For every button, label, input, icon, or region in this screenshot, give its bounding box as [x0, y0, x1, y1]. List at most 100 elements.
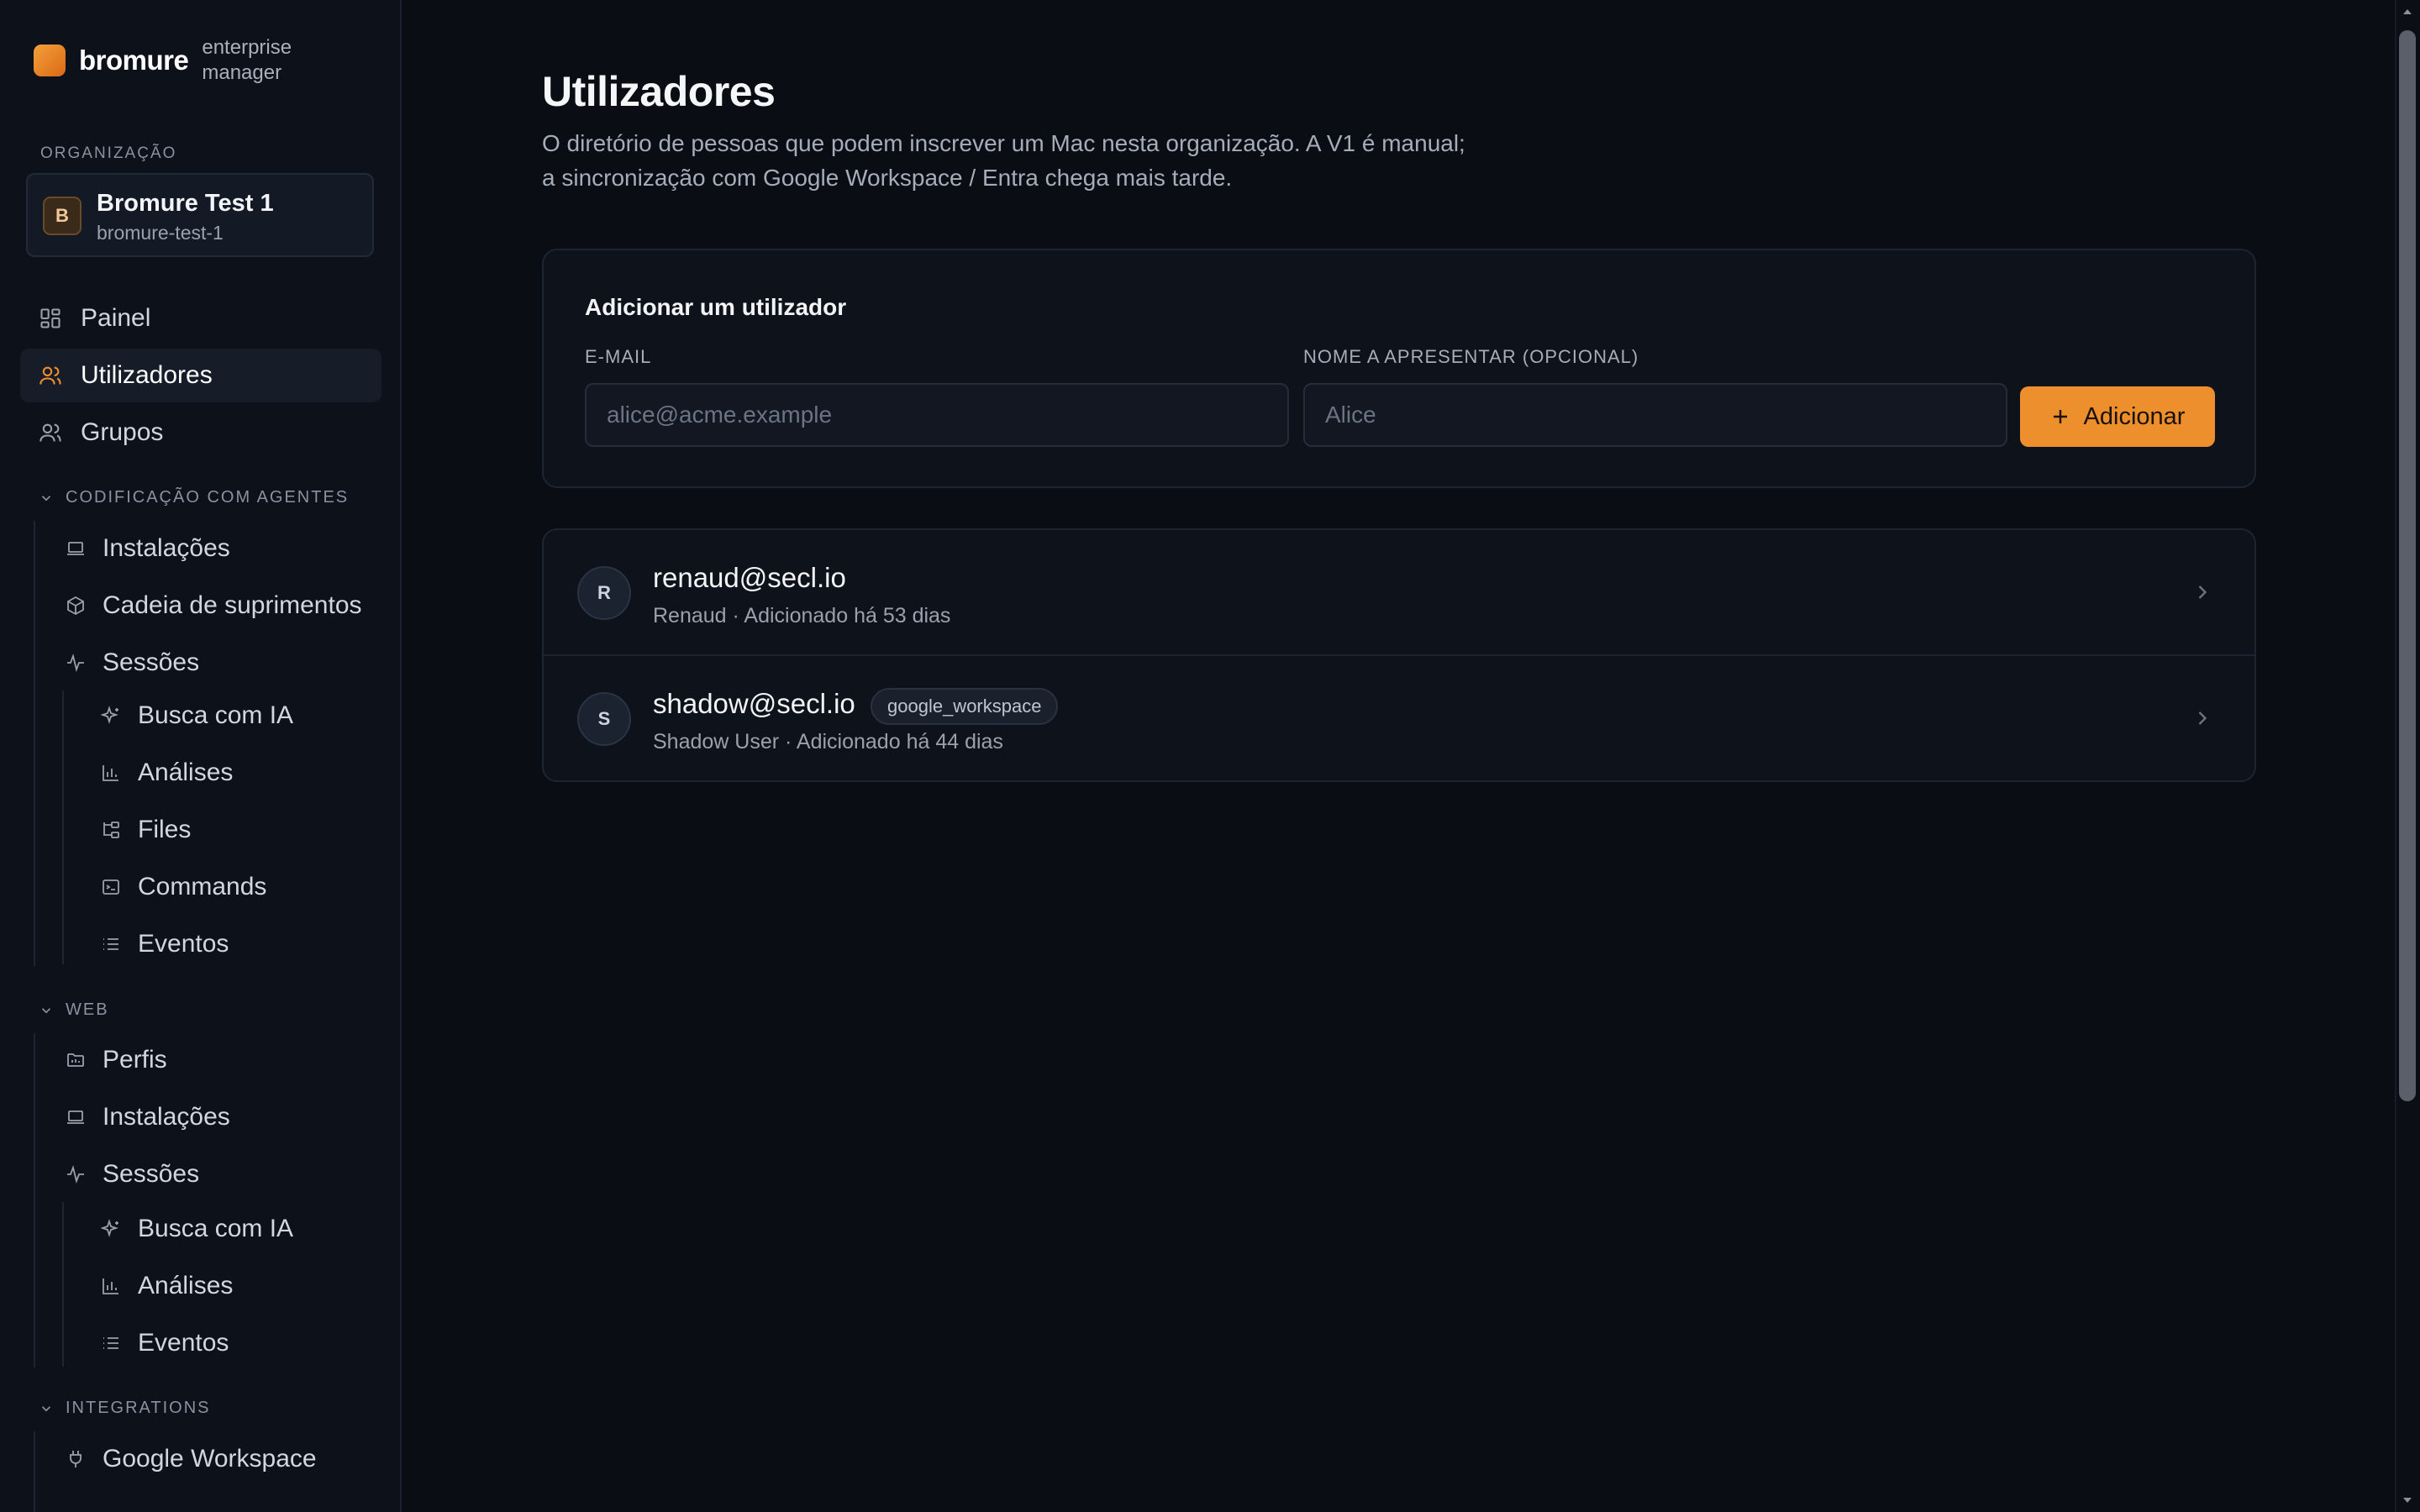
- group-label-text: INTEGRATIONS: [66, 1399, 211, 1417]
- nav-label: Files: [138, 816, 192, 843]
- nav-label: Sessões: [103, 648, 200, 676]
- group-label-text: WEB: [66, 1000, 109, 1019]
- bar-chart-icon: [101, 1276, 121, 1296]
- nav-label: Google Workspace: [103, 1445, 317, 1473]
- chevron-down-icon: [41, 1405, 51, 1411]
- scroll-up-icon[interactable]: [2401, 5, 2414, 18]
- avatar: R: [577, 566, 631, 620]
- nav-label: Cadeia de suprimentos: [103, 591, 362, 619]
- scrollbar-thumb[interactable]: [2399, 30, 2416, 1101]
- nav-item-web-perfis[interactable]: Perfis: [47, 1033, 381, 1087]
- nav-label: Busca com IA: [138, 701, 294, 729]
- tree-line: [34, 521, 35, 966]
- dashboard-icon: [39, 307, 62, 330]
- brand[interactable]: bromure enterprise manager: [34, 35, 311, 86]
- nav-item-agents-busca[interactable]: Busca com IA: [77, 689, 381, 743]
- bar-chart-icon: [101, 763, 121, 783]
- nav-item-agents-sessoes[interactable]: Sessões: [47, 636, 381, 690]
- add-user-card: Adicionar um utilizador E-MAIL NOME A AP…: [542, 249, 2256, 488]
- nav-label: Análises: [138, 759, 234, 786]
- group-label-text: CODIFICAÇÃO COM AGENTES: [66, 488, 350, 507]
- nav-label: Perfis: [103, 1046, 167, 1074]
- folder-icon: [66, 1050, 86, 1070]
- nav-label: Eventos: [138, 1329, 229, 1357]
- page-description: O diretório de pessoas que podem inscrev…: [542, 130, 1465, 191]
- terminal-icon: [101, 877, 121, 897]
- group-toggle-agents[interactable]: CODIFICAÇÃO COM AGENTES: [39, 488, 349, 507]
- nav-item-painel[interactable]: Painel: [20, 291, 381, 345]
- avatar: S: [577, 692, 631, 746]
- nav-item-web-busca[interactable]: Busca com IA: [77, 1202, 381, 1256]
- package-icon: [66, 596, 86, 616]
- nav-item-agents-instalacoes[interactable]: Instalações: [47, 522, 381, 575]
- nav-label: Eventos: [138, 930, 229, 958]
- organization-switcher[interactable]: B Bromure Test 1 bromure-test-1: [26, 173, 374, 257]
- source-badge: google_workspace: [871, 688, 1059, 725]
- sidebar: bromure enterprise manager ORGANIZAÇÃO B…: [0, 0, 402, 1512]
- chevron-down-icon: [41, 495, 51, 501]
- user-meta: Shadow User · Adicionado há 44 dias: [653, 730, 1003, 753]
- user-row[interactable]: R renaud@secl.io Renaud · Adicionado há …: [544, 530, 2254, 656]
- nav-item-agents-commands[interactable]: Commands: [77, 860, 381, 914]
- users-list: R renaud@secl.io Renaud · Adicionado há …: [542, 528, 2256, 782]
- sparkles-icon: [101, 1219, 121, 1239]
- nav-label: Busca com IA: [138, 1215, 294, 1242]
- add-user-title: Adicionar um utilizador: [585, 294, 847, 320]
- nav-item-utilizadores[interactable]: Utilizadores: [20, 349, 381, 402]
- group-icon: [39, 421, 62, 444]
- chevron-down-icon: [41, 1007, 51, 1013]
- group-toggle-integrations[interactable]: INTEGRATIONS: [39, 1399, 211, 1418]
- brand-name: bromure: [79, 45, 189, 76]
- organization-name: Bromure Test 1: [97, 190, 274, 217]
- sparkles-icon: [101, 706, 121, 726]
- user-row[interactable]: S shadow@secl.io google_workspace Shadow…: [544, 656, 2254, 780]
- brand-subtitle: enterprise manager: [202, 36, 292, 84]
- tree-line: [62, 1202, 64, 1367]
- user-email: renaud@secl.io: [653, 562, 846, 593]
- nav-label: Commands: [138, 873, 267, 900]
- plug-icon: [66, 1449, 86, 1469]
- nav-label: Utilizadores: [81, 361, 213, 389]
- nav-label: Instalações: [103, 534, 230, 562]
- nav-label: Instalações: [103, 1103, 230, 1131]
- nav-item-agents-eventos[interactable]: Eventos: [77, 917, 381, 971]
- nav-item-agents-analises[interactable]: Análises: [77, 746, 381, 800]
- tree-line: [34, 1431, 35, 1512]
- nav-label: Análises: [138, 1272, 234, 1299]
- nav-item-agents-files[interactable]: Files: [77, 803, 381, 857]
- email-field[interactable]: [585, 383, 1289, 447]
- user-meta: Renaud · Adicionado há 53 dias: [653, 604, 951, 627]
- nav-label: Grupos: [81, 418, 164, 446]
- organization-section-label: ORGANIZAÇÃO: [40, 144, 177, 162]
- organization-slug: bromure-test-1: [97, 222, 224, 244]
- email-label: E-MAIL: [585, 346, 652, 367]
- nav-item-agents-cadeia[interactable]: Cadeia de suprimentos: [47, 579, 381, 633]
- nav-label: Sessões: [103, 1160, 200, 1188]
- tree-line: [34, 1033, 35, 1368]
- nav-label: Painel: [81, 304, 151, 332]
- scroll-down-icon[interactable]: [2401, 1494, 2414, 1507]
- laptop-icon: [66, 1107, 86, 1127]
- brand-logo: [34, 45, 66, 76]
- add-user-button[interactable]: Adicionar: [2020, 386, 2215, 447]
- plus-icon: [2053, 410, 2067, 423]
- display-name-field[interactable]: [1303, 383, 2007, 447]
- activity-icon: [66, 1164, 86, 1184]
- list-icon: [101, 934, 121, 954]
- laptop-icon: [66, 538, 86, 559]
- user-email: shadow@secl.io: [653, 688, 855, 719]
- add-button-label: Adicionar: [2083, 402, 2186, 430]
- nav-item-google-workspace[interactable]: Google Workspace: [47, 1432, 381, 1486]
- nav-item-web-eventos[interactable]: Eventos: [77, 1316, 381, 1370]
- chevron-right-icon: [2198, 585, 2207, 599]
- nav-item-web-sessoes[interactable]: Sessões: [47, 1147, 381, 1201]
- users-icon: [39, 364, 62, 387]
- group-toggle-web[interactable]: WEB: [39, 1000, 109, 1020]
- organization-avatar: B: [43, 197, 82, 235]
- display-name-label: NOME A APRESENTAR (OPCIONAL): [1303, 346, 1639, 367]
- nav-item-web-instalacoes[interactable]: Instalações: [47, 1090, 381, 1144]
- nav-item-grupos[interactable]: Grupos: [20, 406, 381, 459]
- nav-item-web-analises[interactable]: Análises: [77, 1259, 381, 1313]
- list-icon: [101, 1333, 121, 1353]
- folder-tree-icon: [101, 820, 121, 840]
